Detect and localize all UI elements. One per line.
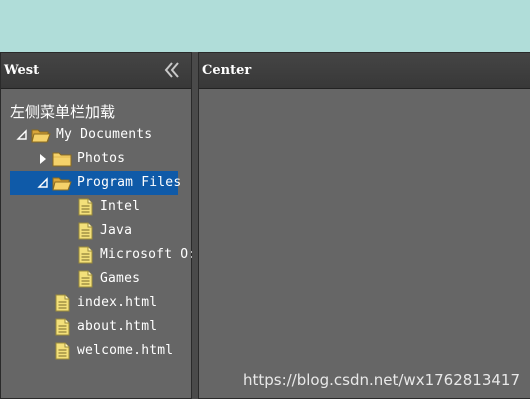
file-icon <box>78 270 93 288</box>
tree-node[interactable]: welcome.html <box>1 339 191 363</box>
folder-open-icon <box>31 129 51 143</box>
tree-node[interactable]: about.html <box>1 315 191 339</box>
center-panel-header: Center <box>199 53 530 89</box>
file-icon <box>55 294 70 312</box>
west-panel-title: West <box>4 63 40 78</box>
tree-node-label: Microsoft O: <box>100 247 197 262</box>
collapse-arrow-icon[interactable] <box>16 129 28 141</box>
tree-node-label: Program Files <box>77 175 182 190</box>
tree-node[interactable]: Intel <box>1 195 191 219</box>
tree-node[interactable]: Program Files <box>1 171 191 195</box>
folder-icon <box>52 152 72 167</box>
file-icon <box>78 246 93 264</box>
tree-node-label: Java <box>100 223 133 238</box>
file-icon <box>78 222 93 240</box>
tree-node[interactable]: index.html <box>1 291 191 315</box>
tree-node-label: Intel <box>100 199 141 214</box>
collapse-arrow-icon[interactable] <box>37 177 49 189</box>
west-panel-header: West <box>1 53 191 89</box>
tree-node[interactable]: Games <box>1 267 191 291</box>
double-chevron-left-icon[interactable] <box>163 60 181 80</box>
file-icon <box>78 198 93 216</box>
tree-node[interactable]: Photos <box>1 147 191 171</box>
center-panel-title: Center <box>202 63 252 78</box>
center-panel: Center <box>198 52 530 399</box>
north-region <box>0 0 530 52</box>
tree-node[interactable]: Java <box>1 219 191 243</box>
tree-node[interactable]: My Documents <box>1 123 191 147</box>
watermark: https://blog.csdn.net/wx1762813417 <box>242 371 520 389</box>
tree-node[interactable]: Microsoft O: <box>1 243 196 267</box>
tree-node-label: welcome.html <box>77 343 174 358</box>
tree-node-label: about.html <box>77 319 158 334</box>
tree-node-label: Games <box>100 271 141 286</box>
file-icon <box>55 318 70 336</box>
tree-caption: 左侧菜单栏加载 <box>10 103 116 121</box>
tree-node-label: index.html <box>77 295 158 310</box>
west-panel: West 左侧菜单栏加载 My Documents Photos Program F… <box>0 52 196 399</box>
expand-arrow-icon[interactable] <box>37 153 49 165</box>
tree-node-label: Photos <box>77 151 126 166</box>
folder-open-icon <box>52 177 72 191</box>
file-icon <box>55 342 70 360</box>
tree-node-label: My Documents <box>56 127 153 142</box>
